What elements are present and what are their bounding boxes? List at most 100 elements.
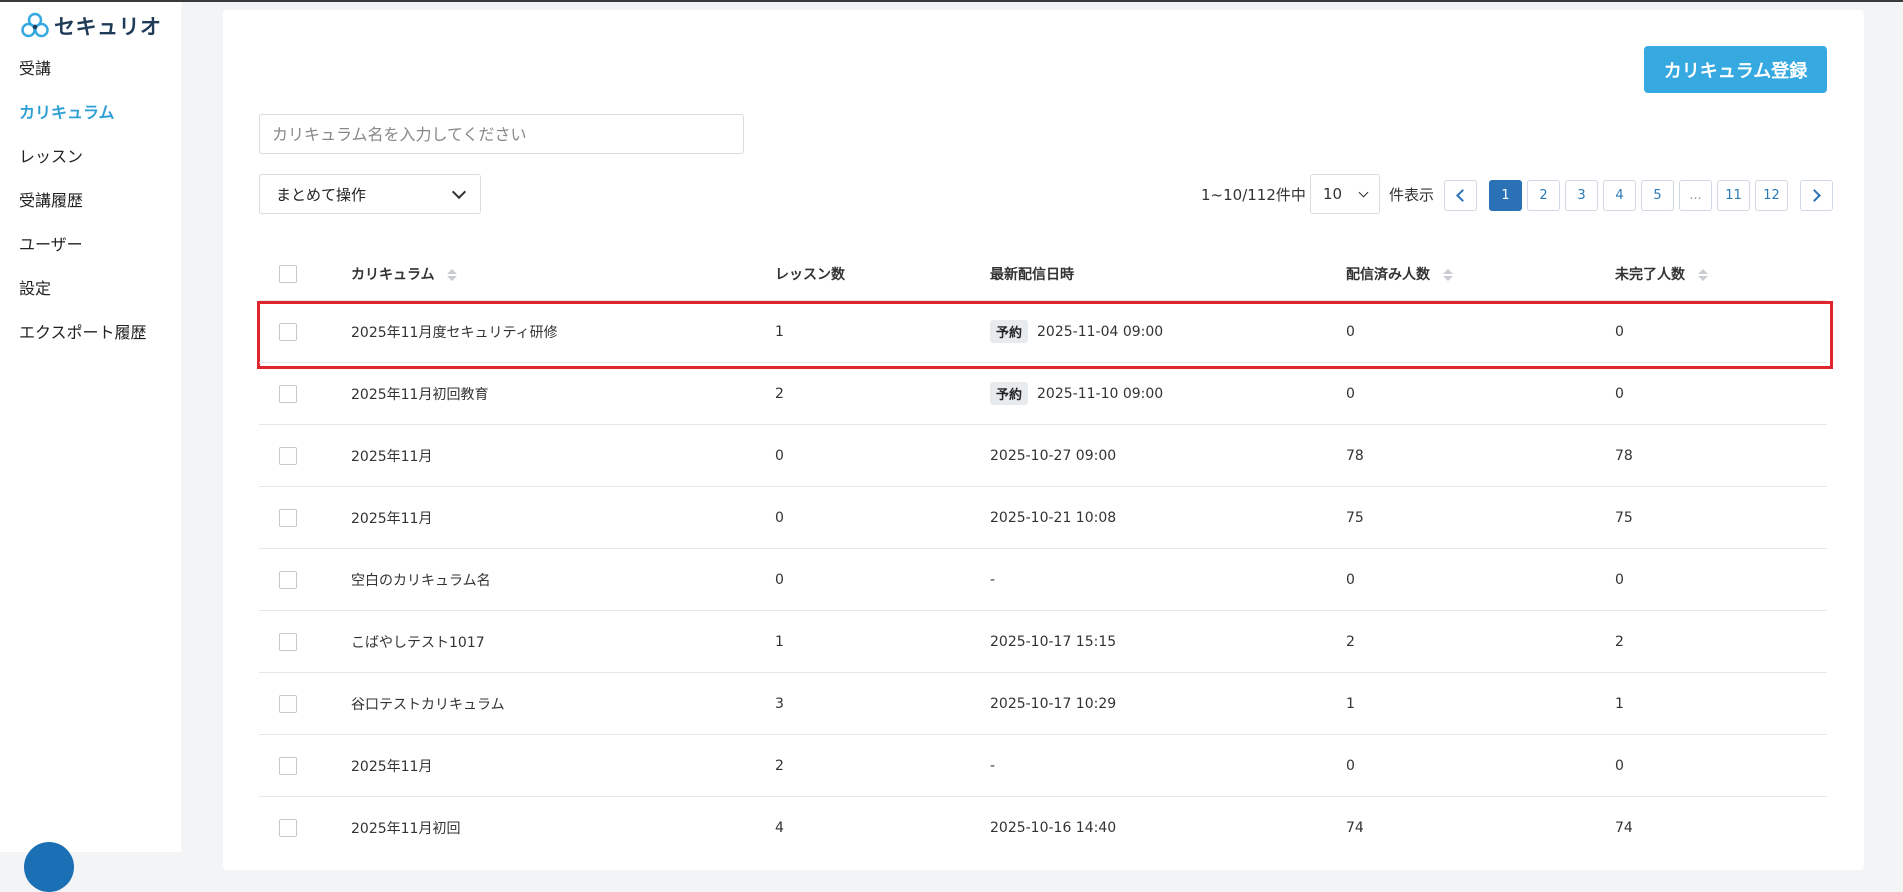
sent-count: 74 bbox=[1346, 819, 1364, 836]
row-checkbox[interactable] bbox=[279, 384, 297, 403]
column-header-latest-date: 最新配信日時 bbox=[990, 267, 1074, 283]
sidebar-item-lessons[interactable]: レッスン bbox=[19, 146, 147, 190]
latest-date-cell: 2025-10-21 10:08 bbox=[990, 510, 1346, 526]
curriculum-name[interactable]: 空白のカリキュラム名 bbox=[351, 570, 775, 590]
row-checkbox[interactable] bbox=[279, 508, 297, 527]
sidebar-item-settings[interactable]: 設定 bbox=[19, 278, 147, 322]
bulk-action-label: まとめて操作 bbox=[276, 185, 367, 204]
sidebar-item-users[interactable]: ユーザー bbox=[19, 234, 147, 278]
sidebar-nav: 受講 カリキュラム レッスン 受講履歴 ユーザー 設定 エクスポート履歴 bbox=[19, 58, 147, 366]
table-row[interactable]: 2025年11月 2 - 0 0 bbox=[259, 734, 1827, 796]
latest-date: 2025-11-10 09:00 bbox=[1037, 385, 1164, 402]
lesson-count: 0 bbox=[775, 571, 784, 588]
pending-count: 78 bbox=[1615, 447, 1633, 464]
pending-count: 0 bbox=[1615, 757, 1624, 774]
app-logo[interactable]: セキュリオ bbox=[20, 11, 162, 41]
sort-icon[interactable] bbox=[1442, 269, 1453, 281]
sent-count: 78 bbox=[1346, 447, 1364, 464]
per-page-label: 件表示 bbox=[1389, 186, 1435, 204]
latest-date: 2025-10-17 10:29 bbox=[990, 695, 1117, 712]
page-button-12[interactable]: 12 bbox=[1755, 180, 1788, 211]
table-row[interactable]: 谷口テストカリキュラム 3 2025-10-17 10:29 1 1 bbox=[259, 672, 1827, 734]
sent-count: 0 bbox=[1346, 571, 1355, 588]
table-row[interactable]: 2025年11月 0 2025-10-21 10:08 75 75 bbox=[259, 486, 1827, 548]
register-curriculum-button[interactable]: カリキュラム登録 bbox=[1644, 46, 1827, 93]
latest-date: - bbox=[990, 571, 996, 588]
pending-count: 2 bbox=[1615, 633, 1624, 650]
table-row[interactable]: 2025年11月初回教育 2 予約 2025-11-10 09:00 0 0 bbox=[259, 362, 1827, 424]
page-button-11[interactable]: 11 bbox=[1717, 180, 1750, 211]
sidebar-item-curriculum[interactable]: カリキュラム bbox=[19, 102, 147, 146]
lesson-count: 4 bbox=[775, 819, 784, 836]
pending-count: 1 bbox=[1615, 695, 1624, 712]
latest-date-cell: 2025-10-16 14:40 bbox=[990, 820, 1346, 836]
lesson-count: 3 bbox=[775, 695, 784, 712]
scheduled-badge: 予約 bbox=[990, 320, 1029, 343]
row-checkbox[interactable] bbox=[279, 818, 297, 837]
row-checkbox[interactable] bbox=[279, 632, 297, 651]
lesson-count: 2 bbox=[775, 757, 784, 774]
bulk-action-select[interactable]: まとめて操作 bbox=[259, 174, 481, 214]
lesson-count: 2 bbox=[775, 385, 784, 402]
curriculum-search-input[interactable] bbox=[259, 114, 744, 154]
curriculum-name[interactable]: こばやしテスト1017 bbox=[351, 632, 775, 652]
chevron-down-icon bbox=[451, 184, 467, 199]
pending-count: 0 bbox=[1615, 323, 1624, 340]
page-button-1[interactable]: 1 bbox=[1489, 180, 1522, 211]
scheduled-badge: 予約 bbox=[990, 382, 1029, 405]
curriculum-name[interactable]: 谷口テストカリキュラム bbox=[351, 694, 775, 714]
table-row[interactable]: こばやしテスト1017 1 2025-10-17 15:15 2 2 bbox=[259, 610, 1827, 672]
latest-date-cell: 2025-10-17 15:15 bbox=[990, 634, 1346, 650]
lesson-count: 0 bbox=[775, 447, 784, 464]
pagination-info: 1~10/112件中 bbox=[1201, 186, 1306, 204]
table-row[interactable]: 2025年11月 0 2025-10-27 09:00 78 78 bbox=[259, 424, 1827, 486]
curriculum-name[interactable]: 2025年11月 bbox=[351, 756, 775, 776]
table-row[interactable]: 2025年11月度セキュリティ研修 1 予約 2025-11-04 09:00 0 0 bbox=[257, 300, 1833, 369]
latest-date-cell: 予約 2025-11-10 09:00 bbox=[990, 382, 1346, 405]
latest-date-cell: - bbox=[990, 572, 1346, 588]
pending-count: 75 bbox=[1615, 509, 1633, 526]
page-button-3[interactable]: 3 bbox=[1565, 180, 1598, 211]
lesson-count: 1 bbox=[775, 323, 784, 340]
chevron-right-icon bbox=[1808, 189, 1821, 202]
curriculum-name[interactable]: 2025年11月度セキュリティ研修 bbox=[351, 322, 775, 342]
next-page-button[interactable] bbox=[1800, 180, 1833, 211]
select-all-checkbox[interactable] bbox=[279, 265, 297, 283]
latest-date-cell: - bbox=[990, 758, 1346, 774]
row-checkbox[interactable] bbox=[279, 322, 297, 341]
sort-icon[interactable] bbox=[1697, 269, 1708, 281]
sent-count: 0 bbox=[1346, 385, 1355, 402]
column-header-pending[interactable]: 未完了人数 bbox=[1615, 264, 1827, 284]
page-button-4[interactable]: 4 bbox=[1603, 180, 1636, 211]
table-row[interactable]: 空白のカリキュラム名 0-0 0 bbox=[259, 548, 1827, 610]
curriculum-name[interactable]: 2025年11月初回 bbox=[351, 818, 775, 838]
curriculum-name[interactable]: 2025年11月初回教育 bbox=[351, 384, 775, 404]
latest-date: 2025-10-21 10:08 bbox=[990, 509, 1117, 526]
sidebar-item-export-history[interactable]: エクスポート履歴 bbox=[19, 322, 147, 366]
sent-count: 1 bbox=[1346, 695, 1355, 712]
table-row[interactable]: 2025年11月初回 4 2025-10-16 14:40 74 74 bbox=[259, 796, 1827, 858]
page-button-2[interactable]: 2 bbox=[1527, 180, 1560, 211]
curriculum-name[interactable]: 2025年11月 bbox=[351, 508, 775, 528]
latest-date-cell: 予約 2025-11-04 09:00 bbox=[990, 320, 1346, 343]
prev-page-button[interactable] bbox=[1444, 180, 1477, 211]
row-checkbox[interactable] bbox=[279, 446, 297, 465]
sidebar-item-courses[interactable]: 受講 bbox=[19, 58, 147, 102]
help-button[interactable] bbox=[24, 842, 74, 892]
sidebar-item-history[interactable]: 受講履歴 bbox=[19, 190, 147, 234]
column-header-curriculum[interactable]: カリキュラム bbox=[351, 264, 775, 284]
curriculum-table: カリキュラム レッスン数 最新配信日時 配信済み人数 未完了人数 2025年11… bbox=[257, 248, 1833, 858]
row-checkbox[interactable] bbox=[279, 570, 297, 589]
row-checkbox[interactable] bbox=[279, 694, 297, 713]
per-page-select[interactable]: 10 bbox=[1310, 174, 1380, 214]
lesson-count: 0 bbox=[775, 509, 784, 526]
curriculum-name[interactable]: 2025年11月 bbox=[351, 446, 775, 466]
column-header-sent[interactable]: 配信済み人数 bbox=[1346, 264, 1615, 284]
latest-date-cell: 2025-10-27 09:00 bbox=[990, 448, 1346, 464]
page-button-5[interactable]: 5 bbox=[1641, 180, 1674, 211]
row-checkbox[interactable] bbox=[279, 756, 297, 775]
sort-icon[interactable] bbox=[447, 269, 458, 281]
pending-count: 0 bbox=[1615, 571, 1624, 588]
chevron-down-icon bbox=[1358, 187, 1369, 197]
sent-count: 0 bbox=[1346, 757, 1355, 774]
